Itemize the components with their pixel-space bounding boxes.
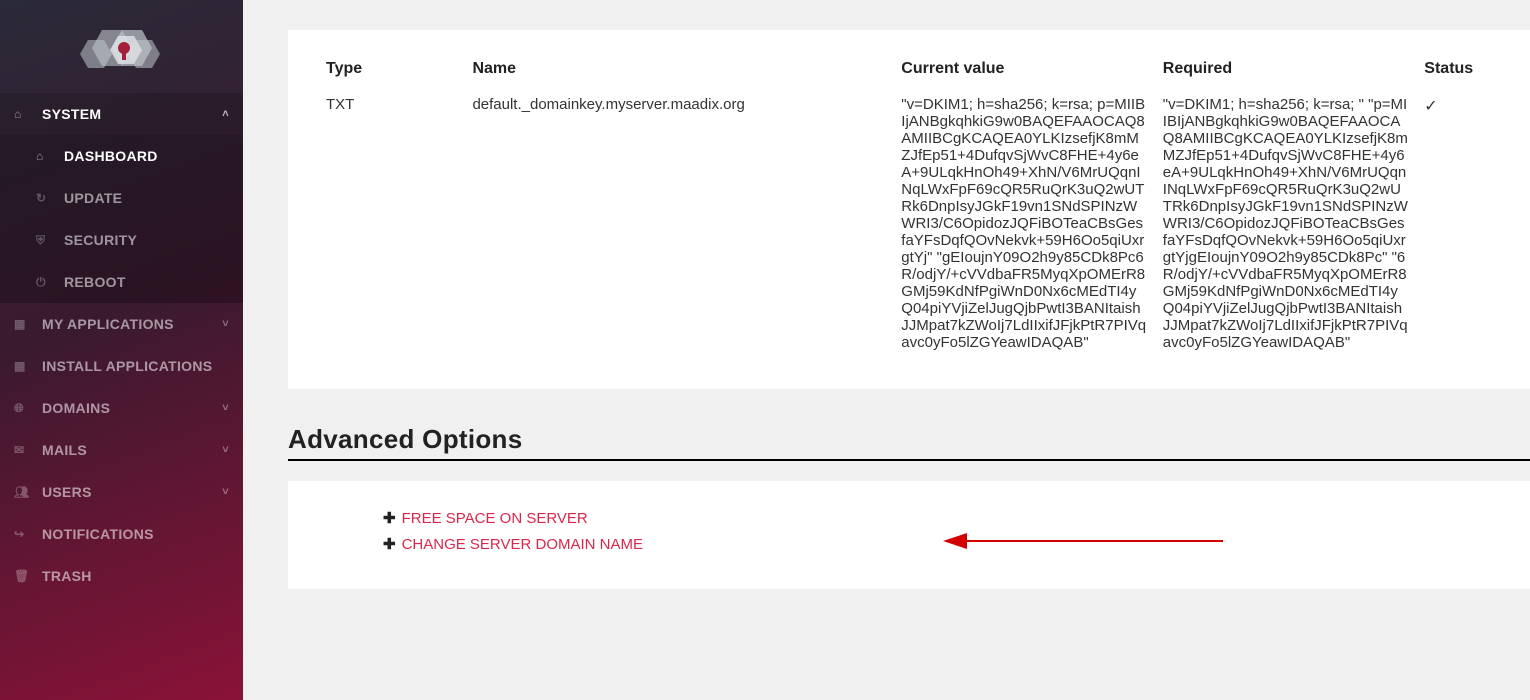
cell-required: "v=DKIM1; h=sha256; k=rsa; " "p=MIIBIjAN… — [1155, 88, 1417, 359]
cell-status: ✓ — [1416, 88, 1500, 359]
th-status: Status — [1416, 50, 1500, 88]
nav-mails[interactable]: ✉ MAILS ˅ — [0, 429, 243, 471]
chevron-up-icon: ˄ — [222, 108, 229, 120]
th-required: Required — [1155, 50, 1417, 88]
cell-current: "v=DKIM1; h=sha256; k=rsa; p=MIIBIjANBgk… — [893, 88, 1155, 359]
nav-label: TRASH — [42, 568, 92, 584]
trash-icon: 🗑︎ — [14, 569, 32, 583]
dns-table-panel: Type Name Current value Required Status … — [288, 30, 1530, 389]
dns-table: Type Name Current value Required Status … — [318, 50, 1500, 359]
mail-icon: ✉ — [14, 443, 32, 457]
share-icon: ↪ — [14, 527, 32, 541]
users-icon: 👥︎ — [14, 485, 32, 499]
nav-update[interactable]: ↻ UPDATE — [0, 177, 243, 219]
advanced-panel: ✚ FREE SPACE ON SERVER ✚ CHANGE SERVER DOM… — [288, 481, 1530, 589]
th-current: Current value — [893, 50, 1155, 88]
nav-label: DOMAINS — [42, 400, 110, 416]
plus-icon: ✚ — [383, 536, 396, 553]
nav-label: INSTALL APPLICATIONS — [42, 358, 212, 374]
chevron-down-icon: ˅ — [222, 402, 229, 414]
nav-domains[interactable]: 🌐︎ DOMAINS ˅ — [0, 387, 243, 429]
nav-system[interactable]: ⌂ SYSTEM ˄ — [0, 93, 243, 135]
grid-icon: ▦ — [14, 359, 32, 373]
nav-label: NOTIFICATIONS — [42, 526, 154, 542]
th-type: Type — [318, 50, 464, 88]
check-icon: ✓ — [1424, 98, 1437, 115]
globe-icon: 🌐︎ — [14, 401, 32, 416]
table-row: TXT default._domainkey.myserver.maadix.o… — [318, 88, 1500, 359]
nav-my-applications[interactable]: ▦ MY APPLICATIONS ˅ — [0, 303, 243, 345]
nav-label: DASHBOARD — [64, 148, 158, 164]
chevron-down-icon: ˅ — [222, 444, 229, 456]
free-space-link[interactable]: ✚ FREE SPACE ON SERVER — [383, 509, 1435, 527]
nav-users[interactable]: 👥︎ USERS ˅ — [0, 471, 243, 513]
sidebar: ⌂ SYSTEM ˄ ⌂ DASHBOARD ↻ UPDATE ⛨ SECURI… — [0, 0, 243, 700]
main-content: Type Name Current value Required Status … — [243, 0, 1530, 700]
refresh-icon: ↻ — [36, 191, 54, 205]
plus-icon: ✚ — [383, 510, 396, 527]
annotation-arrow — [943, 531, 1223, 551]
nav-install-applications[interactable]: ▦ INSTALL APPLICATIONS — [0, 345, 243, 387]
cell-type: TXT — [318, 88, 464, 359]
nav-notifications[interactable]: ↪ NOTIFICATIONS — [0, 513, 243, 555]
change-domain-link[interactable]: ✚ CHANGE SERVER DOMAIN NAME — [383, 535, 1435, 553]
nav-label: SYSTEM — [42, 106, 101, 122]
nav-label: SECURITY — [64, 232, 137, 248]
nav-reboot[interactable]: ⏻ REBOOT — [0, 261, 243, 303]
chevron-down-icon: ˅ — [222, 318, 229, 330]
nav-label: USERS — [42, 484, 92, 500]
home-icon: ⌂ — [14, 107, 32, 121]
chevron-down-icon: ˅ — [222, 486, 229, 498]
power-icon: ⏻ — [36, 275, 54, 290]
logo — [0, 0, 243, 93]
shield-icon: ⛨ — [36, 233, 54, 248]
home-icon: ⌂ — [36, 149, 54, 163]
nav-label: MAILS — [42, 442, 87, 458]
grid-icon: ▦ — [14, 317, 32, 331]
nav-security[interactable]: ⛨ SECURITY — [0, 219, 243, 261]
link-label: FREE SPACE ON SERVER — [402, 510, 588, 527]
link-label: CHANGE SERVER DOMAIN NAME — [402, 536, 643, 553]
nav-label: UPDATE — [64, 190, 122, 206]
nav: ⌂ SYSTEM ˄ ⌂ DASHBOARD ↻ UPDATE ⛨ SECURI… — [0, 93, 243, 597]
nav-label: REBOOT — [64, 274, 126, 290]
advanced-options-title: Advanced Options — [288, 424, 1530, 461]
cell-name: default._domainkey.myserver.maadix.org — [464, 88, 893, 359]
nav-trash[interactable]: 🗑︎ TRASH — [0, 555, 243, 597]
nav-label: MY APPLICATIONS — [42, 316, 174, 332]
nav-dashboard[interactable]: ⌂ DASHBOARD — [0, 135, 243, 177]
cloud-logo-icon — [62, 18, 182, 78]
th-name: Name — [464, 50, 893, 88]
